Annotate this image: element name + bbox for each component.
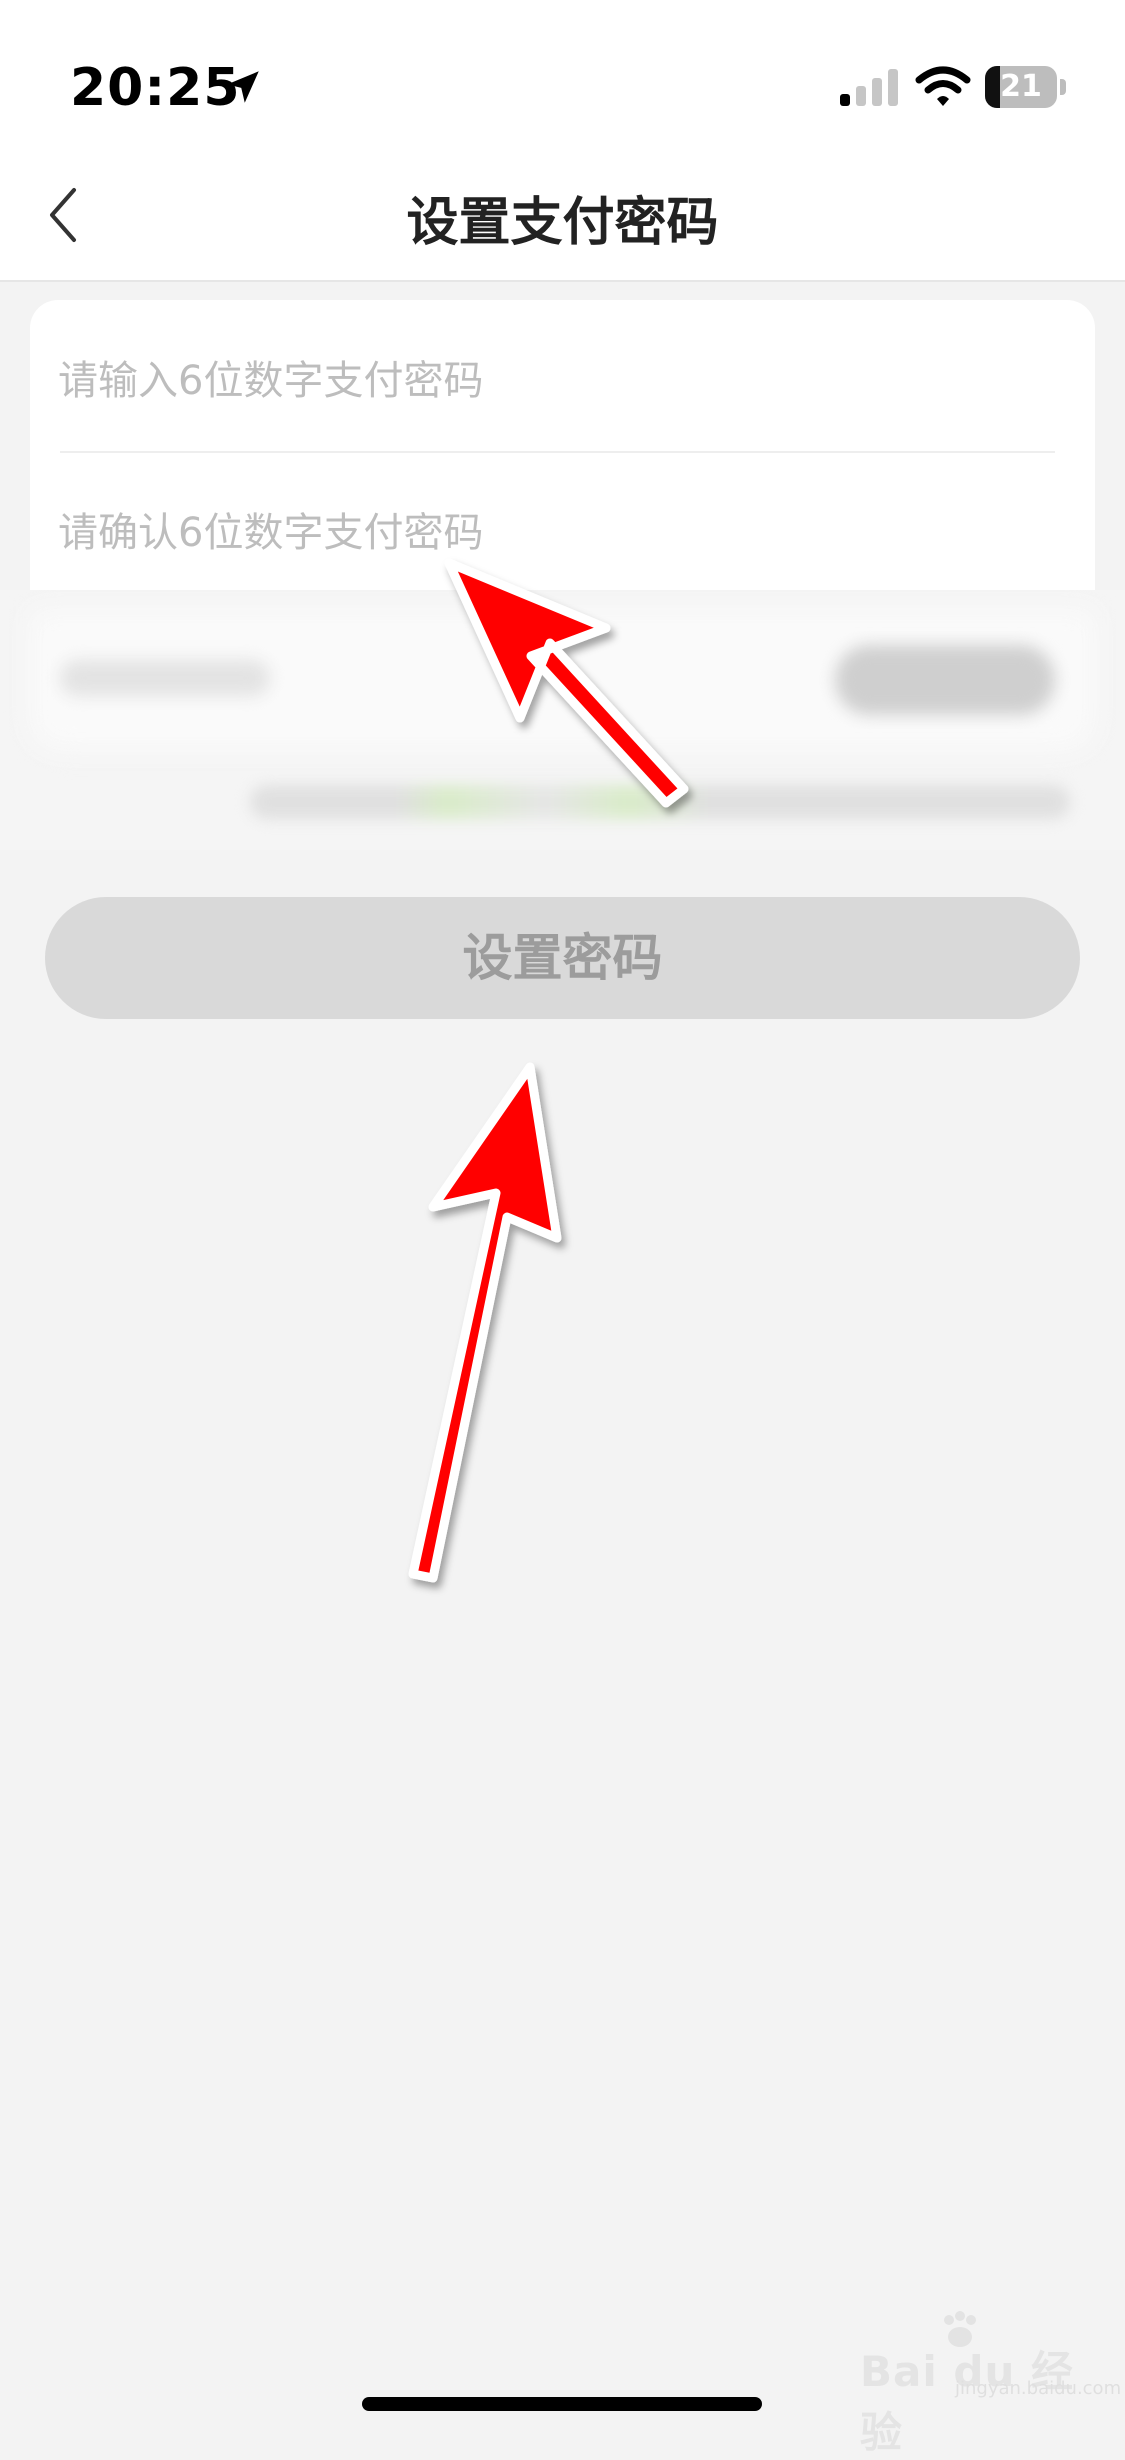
page-title: 设置支付密码 bbox=[406, 193, 719, 253]
blurred-button bbox=[835, 645, 1055, 715]
blurred-hint-text bbox=[250, 785, 1070, 819]
password-form-card: 请输入6位数字支付密码 请确认6位数字支付密码 bbox=[30, 300, 1095, 590]
blurred-label bbox=[60, 660, 270, 696]
wifi-icon bbox=[915, 66, 971, 106]
watermark-logo-text: Bai du 经验 bbox=[860, 2347, 1074, 2457]
baidu-jingyan-watermark: Bai du 经验 jingyan.baidu.com bbox=[860, 2310, 1121, 2457]
status-time: 20:25 bbox=[70, 58, 241, 118]
password-input[interactable]: 请输入6位数字支付密码 bbox=[58, 348, 483, 406]
status-bar: 20:25 21 bbox=[0, 0, 1125, 150]
location-arrow-icon bbox=[227, 71, 259, 103]
confirm-password-input[interactable]: 请确认6位数字支付密码 bbox=[58, 500, 483, 558]
battery-level: 21 bbox=[1000, 69, 1042, 104]
arrow-to-set-button bbox=[408, 1062, 562, 1583]
home-indicator bbox=[362, 2397, 762, 2411]
blurred-region bbox=[0, 590, 1125, 850]
set-password-button[interactable]: 设置密码 bbox=[45, 897, 1080, 1019]
divider bbox=[60, 451, 1055, 453]
nav-bar: 设置支付密码 bbox=[0, 150, 1125, 282]
cellular-signal-icon bbox=[840, 69, 898, 106]
battery-icon: 21 bbox=[985, 66, 1066, 108]
watermark-url: jingyan.baidu.com bbox=[955, 2378, 1122, 2399]
